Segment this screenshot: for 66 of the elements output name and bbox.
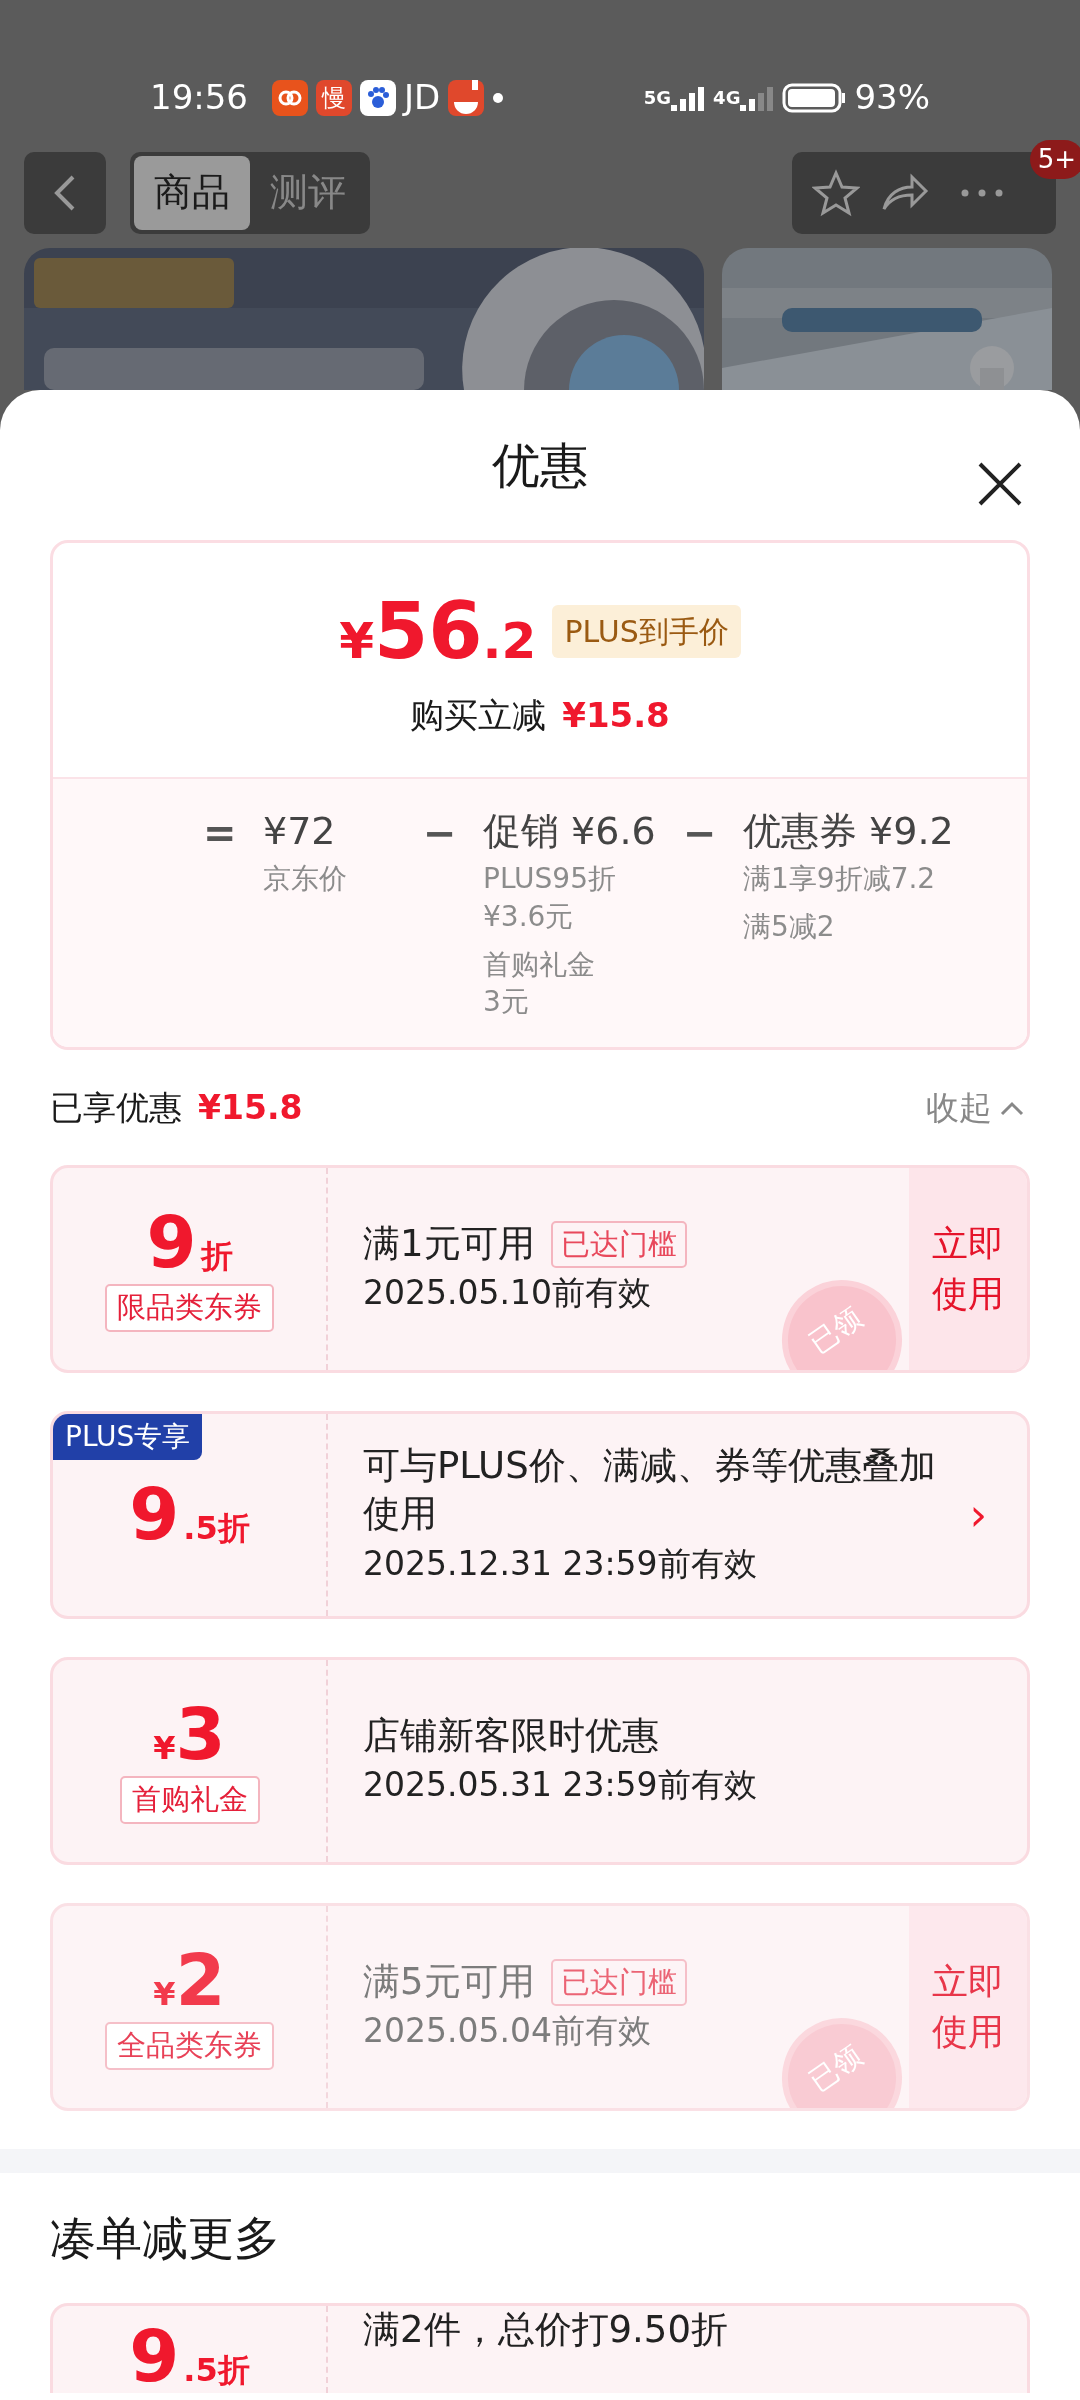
coupon-validity: 2025.05.04前有效: [363, 2010, 652, 2053]
status-app-text: JD: [404, 76, 441, 119]
coupon-value: 9.5折: [129, 2320, 250, 2394]
breakdown-note: 京东价: [263, 861, 348, 897]
app-icon: 慢: [316, 79, 352, 116]
coupon-card[interactable]: ¥3 首购礼金 店铺新客限时优惠 2025.05.31 23:59前有效: [50, 1657, 1030, 1866]
arrow-icon[interactable]: ›: [969, 1414, 1027, 1617]
network-label: 4G: [713, 86, 741, 110]
threshold-tag: 已达门槛: [550, 1958, 687, 2007]
coupon-validity: 2025.12.31 23:59前有效: [363, 1542, 758, 1585]
price-tag: PLUS到手价: [552, 605, 741, 658]
coupon-tag: 全品类东券: [105, 2022, 274, 2070]
coupon-card[interactable]: 9 折 限品类东券 满1元可用 已达门槛 2025.05.10前有效 已领 立即使用: [50, 1165, 1030, 1374]
count-badge: 5+: [1029, 139, 1080, 179]
plus-ribbon: PLUS专享: [53, 1414, 203, 1461]
signal-icon: [671, 87, 706, 111]
section-title: 凑单减更多: [50, 2209, 280, 2267]
coupon-title: 满2件，总价打9.50折: [363, 2307, 728, 2354]
dot-icon: [492, 91, 505, 104]
tomato-icon: [448, 79, 485, 116]
coupon-value: ¥3: [153, 1698, 226, 1773]
network-label: 5G: [643, 86, 672, 110]
chevron-up-icon: [1000, 1099, 1024, 1116]
back-button[interactable]: [24, 151, 106, 234]
coupon-card[interactable]: 9.5折 满2件，总价打9.50折: [50, 2303, 1030, 2394]
status-time: 19:56: [150, 76, 248, 119]
breakdown-note: PLUS95折 ¥3.6元: [483, 861, 617, 935]
coupon-title: 满1元可用: [363, 1221, 535, 1268]
battery-percent: 93%: [854, 76, 930, 119]
operator-sign: =: [203, 809, 238, 858]
close-icon[interactable]: [976, 460, 1024, 508]
use-button[interactable]: 立即使用: [909, 1168, 1027, 1371]
breakdown-title: ¥72: [263, 808, 337, 855]
tab[interactable]: 测评: [250, 155, 366, 230]
enjoyed-label: 已享优惠: [50, 1086, 182, 1129]
tab[interactable]: 商品: [134, 155, 250, 230]
coupon-value: ¥2: [153, 1944, 226, 2019]
saving-label: 购买立减: [410, 694, 547, 737]
operator-sign: −: [423, 809, 458, 858]
coupon-validity: 2025.05.10前有效: [363, 1272, 652, 1315]
use-button[interactable]: 立即使用: [909, 1906, 1027, 2109]
operator-sign: −: [683, 809, 718, 858]
final-price: ¥56.2: [339, 585, 537, 678]
sheet-title: 优惠: [492, 436, 588, 495]
signal-icon: [740, 87, 775, 111]
coupon-value: 9 折: [146, 1206, 233, 1281]
threshold-tag: 已达门槛: [550, 1220, 687, 1269]
coupon-tag: 首购礼金: [119, 1776, 260, 1824]
star-icon[interactable]: [812, 168, 860, 217]
coupon-tag: 限品类东券: [105, 1284, 274, 1332]
coupon-title: 满5元可用: [363, 1959, 535, 2006]
coupon-value: 9.5折: [129, 1478, 250, 1553]
coupon-card[interactable]: 9.5折 可与PLUS价、满减、券等优惠叠加使用 2025.12.31 23:59前有效 › PLUS专享: [50, 1411, 1030, 1620]
breakdown-title: 促销 ¥6.6: [483, 808, 657, 855]
battery-icon: [782, 82, 847, 113]
enjoyed-amount: ¥15.8: [198, 1086, 303, 1129]
breakdown-note: 满5减2: [743, 908, 836, 945]
collapse-toggle[interactable]: 收起: [920, 1081, 1030, 1134]
breakdown-note: 首购礼金 3元: [483, 946, 596, 1021]
coupon-title: 店铺新客限时优惠: [363, 1713, 659, 1760]
breakdown-note: 满1享9折减7.2: [743, 861, 937, 897]
breakdown-title: 优惠券 ¥9.2: [743, 808, 955, 855]
more-icon[interactable]: [960, 187, 1004, 198]
coupon-title: 可与PLUS价、满减、券等优惠叠加使用: [363, 1443, 937, 1538]
saving-amount: ¥15.8: [562, 694, 670, 737]
coupon-validity: 2025.05.31 23:59前有效: [363, 1764, 758, 1807]
